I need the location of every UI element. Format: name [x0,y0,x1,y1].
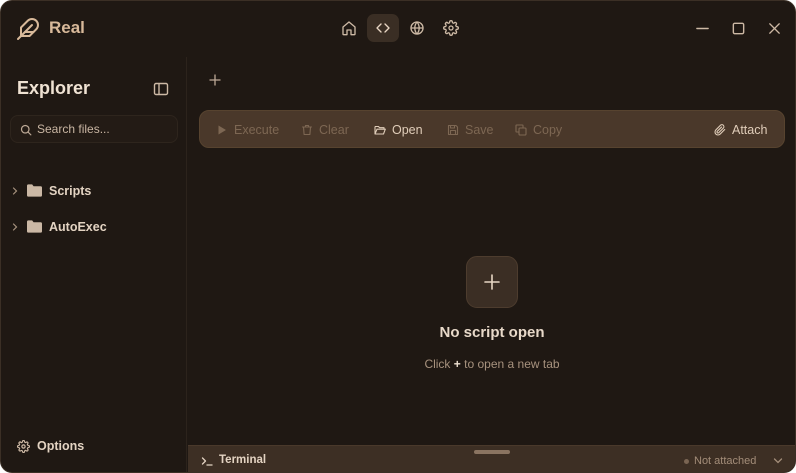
plus-icon [484,274,500,290]
save-label: Save [465,123,494,137]
chevron-right-icon[interactable] [11,223,19,231]
home-icon [342,21,356,36]
file-tree: Scripts AutoExec [1,173,187,245]
editor-toolbar: Execute Clear Open Save Copy Attach [199,110,785,148]
minimize-icon [695,27,709,29]
nav-home-button[interactable] [333,14,365,42]
add-tab-icon[interactable] [208,73,222,87]
folder-item-autoexec[interactable]: AutoExec [1,209,187,245]
hint-before: Click [424,357,451,371]
close-button[interactable] [765,15,783,41]
options-button[interactable]: Options [17,439,84,453]
folder-icon [27,220,42,233]
terminal-prompt-icon [201,457,213,466]
app-window: Real Explorer Search files... Scripts Au… [0,0,796,473]
terminal-resize-handle[interactable] [474,450,510,454]
globe-icon [410,21,424,35]
top-nav [333,14,467,42]
new-tab-button[interactable] [466,256,518,308]
open-label: Open [392,123,423,137]
open-button[interactable]: Open [374,111,423,149]
folder-open-icon [374,125,386,135]
minimize-button[interactable] [693,15,711,41]
terminal-bar[interactable]: Terminal Not attached [188,445,795,472]
save-icon [447,124,459,136]
nav-settings-button[interactable] [435,14,467,42]
empty-state-hint: Click + to open a new tab [188,357,795,371]
clear-label: Clear [319,123,349,137]
search-input[interactable] [37,116,175,142]
folder-icon [27,184,42,197]
attach-button[interactable]: Attach [714,111,767,149]
execute-label: Execute [234,123,280,137]
chevron-right-icon[interactable] [11,187,19,195]
sidebar-toggle-icon[interactable] [153,81,169,97]
execute-button[interactable]: Execute [216,111,279,149]
nav-editor-button[interactable] [367,14,399,42]
hint-after: to open a new tab [464,357,560,371]
copy-button[interactable]: Copy [515,111,562,149]
gear-icon [17,439,30,453]
maximize-button[interactable] [729,15,747,41]
chevron-down-icon[interactable] [773,457,783,465]
paperclip-icon [714,124,726,136]
gear-icon [443,20,459,36]
folder-label: AutoExec [49,220,107,234]
copy-label: Copy [533,123,563,137]
search-icon [20,124,32,136]
window-controls [693,15,783,41]
search-box [10,115,178,143]
status-dot [684,459,689,464]
feather-logo-icon [17,18,39,40]
attach-label: Attach [732,123,768,137]
app-title: Real [49,18,85,37]
copy-icon [515,124,527,136]
code-icon [376,23,390,33]
terminal-status: Not attached [694,455,757,467]
options-label: Options [37,439,85,453]
title-bar[interactable]: Real [1,1,795,57]
clear-button[interactable]: Clear [301,111,349,149]
close-icon [768,22,780,34]
terminal-label: Terminal [219,454,267,466]
save-button[interactable]: Save [447,111,494,149]
hint-plus-symbol: + [453,357,461,371]
explorer-sidebar: Explorer Scripts [1,57,187,472]
maximize-icon [732,22,744,34]
play-icon [218,125,226,135]
trash-icon [301,124,313,136]
folder-label: Scripts [49,184,92,198]
empty-state-title: No script open [439,324,545,341]
folder-item-scripts[interactable]: Scripts [1,173,187,209]
nav-globe-button[interactable] [401,14,433,42]
sidebar-title: Explorer [17,78,91,98]
editor-area: Execute Clear Open Save Copy Attach No s… [188,57,795,445]
